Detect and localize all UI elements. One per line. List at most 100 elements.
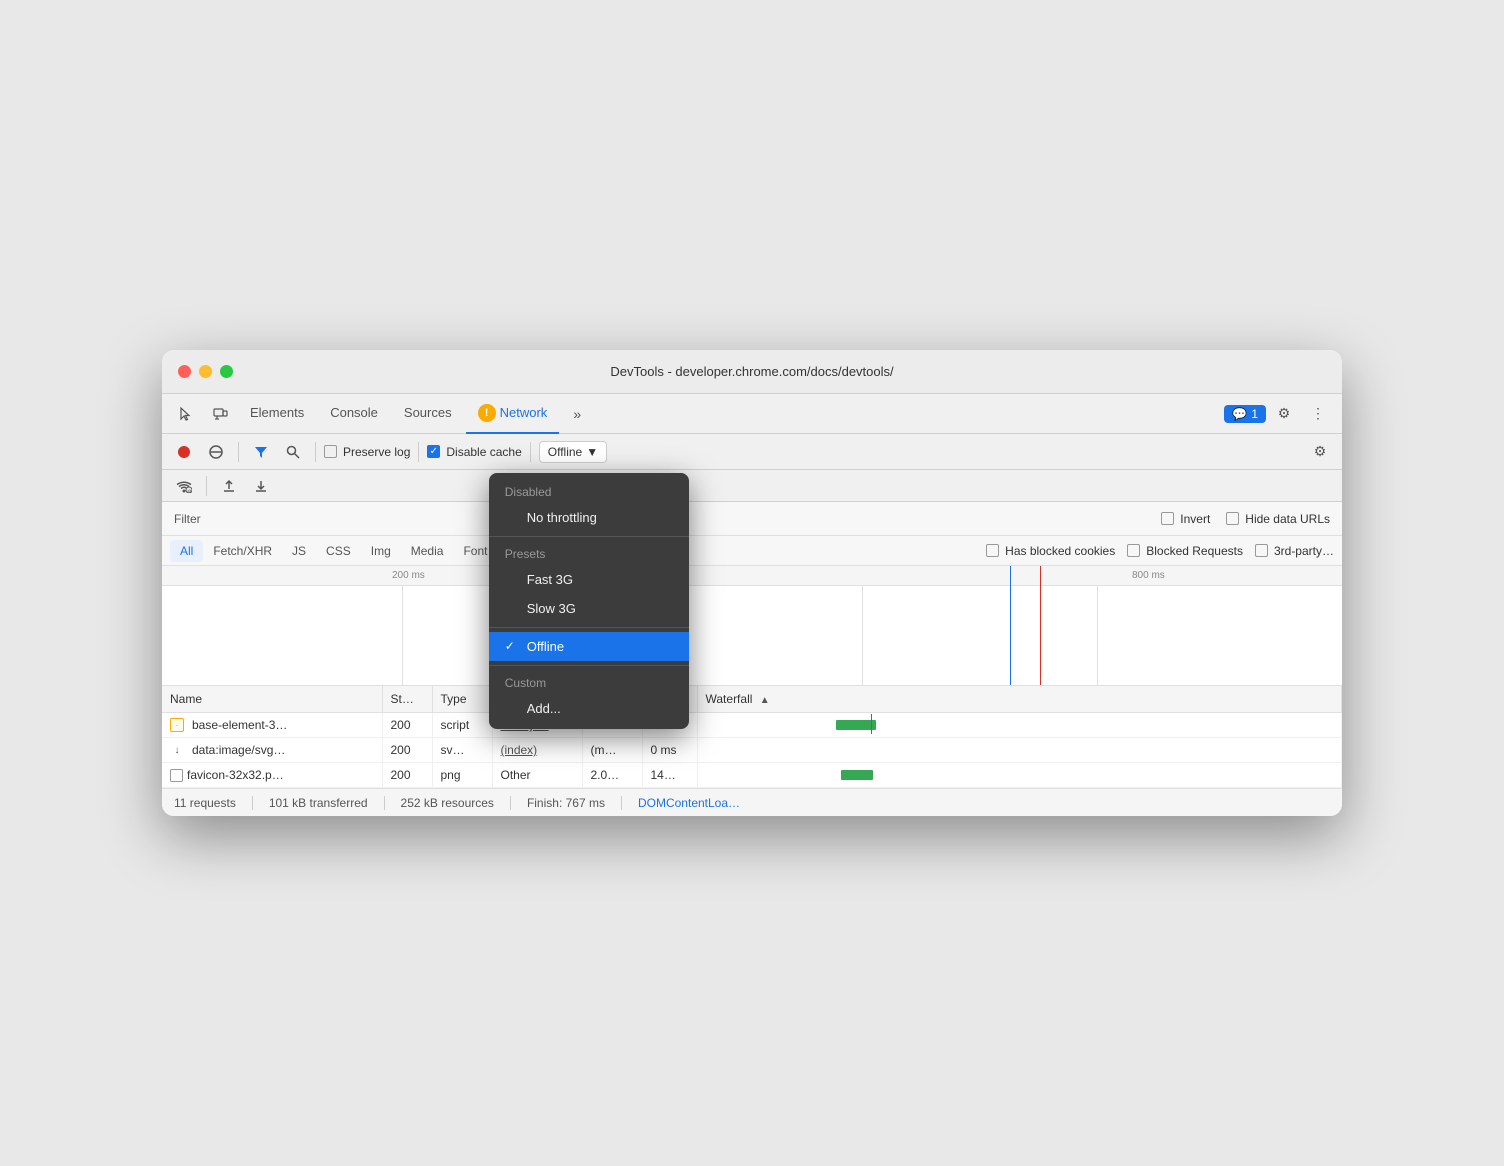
status-finish: Finish: 767 ms — [527, 796, 605, 810]
tab-network[interactable]: ! Network — [466, 394, 560, 434]
disable-cache-checkbox[interactable]: ✓ — [427, 445, 440, 458]
blocked-requests-checkbox[interactable] — [1127, 544, 1140, 557]
status-resources: 252 kB resources — [401, 796, 494, 810]
timeline-tick-800 — [1097, 586, 1098, 686]
tab-console[interactable]: Console — [318, 394, 390, 434]
sort-arrow: ▲ — [760, 695, 770, 706]
table-row[interactable]: · base-element-3… 200 script main.js:1 7… — [162, 713, 1342, 738]
minimize-button[interactable] — [199, 365, 212, 378]
col-status[interactable]: St… — [382, 686, 432, 713]
table-row[interactable]: ↓ data:image/svg… 200 sv… (index) (m… 0 … — [162, 738, 1342, 763]
filter-type-media[interactable]: Media — [401, 540, 454, 562]
size-cell: (m… — [582, 738, 642, 763]
status-divider4 — [621, 796, 622, 810]
third-party-checkbox[interactable] — [1255, 544, 1268, 557]
name-cell: ↓ data:image/svg… — [162, 738, 382, 763]
more-tabs-btn[interactable]: » — [561, 398, 593, 430]
settings-btn[interactable]: ⚙ — [1268, 398, 1300, 430]
filter-label: Filter — [174, 512, 201, 526]
divider5 — [206, 476, 207, 496]
name-cell: favicon-32x32.p… — [162, 763, 382, 788]
blocked-cookies-checkbox[interactable] — [986, 544, 999, 557]
status-divider3 — [510, 796, 511, 810]
close-button[interactable] — [178, 365, 191, 378]
tab-sources[interactable]: Sources — [392, 394, 464, 434]
menu-item-fast3g[interactable]: Fast 3G — [489, 565, 689, 594]
traffic-lights — [178, 365, 233, 378]
hide-data-urls-label[interactable]: Hide data URLs — [1226, 512, 1330, 526]
invert-checkbox[interactable] — [1161, 512, 1174, 525]
divider3 — [418, 442, 419, 462]
filter-type-css[interactable]: CSS — [316, 540, 361, 562]
menu-item-no-throttling[interactable]: No throttling — [489, 503, 689, 532]
initiator-link[interactable]: (index) — [501, 743, 538, 757]
menu-item-add[interactable]: Add... — [489, 694, 689, 723]
chevron-down-icon: ▼ — [586, 445, 598, 459]
svg-text:⚙: ⚙ — [187, 489, 192, 493]
maximize-button[interactable] — [220, 365, 233, 378]
disabled-section-label: Disabled — [489, 479, 689, 503]
status-cell: 200 — [382, 738, 432, 763]
window-title: DevTools - developer.chrome.com/docs/dev… — [610, 364, 893, 379]
chat-icon: 💬 — [1232, 407, 1247, 421]
clear-btn[interactable] — [202, 438, 230, 466]
cursor-icon-btn[interactable] — [170, 398, 202, 430]
status-divider2 — [384, 796, 385, 810]
table-row[interactable]: favicon-32x32.p… 200 png Other 2.0… 14… — [162, 763, 1342, 788]
network-warning-icon: ! — [478, 404, 496, 422]
arrow-icon: ↓ — [170, 743, 184, 757]
menu-item-offline[interactable]: ✓ Offline — [489, 632, 689, 661]
search-btn[interactable] — [279, 438, 307, 466]
timeline-tick-600 — [862, 586, 863, 686]
col-type[interactable]: Type — [432, 686, 492, 713]
device-icon-btn[interactable] — [204, 398, 236, 430]
network-toolbar: Preserve log ✓ Disable cache Offline ▼ D… — [162, 434, 1342, 470]
network-table: Name St… Type Initiator Size — [162, 686, 1342, 788]
devtools-body: Elements Console Sources ! Network » 💬 1… — [162, 394, 1342, 816]
disable-cache-label[interactable]: ✓ Disable cache — [427, 445, 521, 459]
wifi-settings-btn[interactable]: ⚙ — [170, 472, 198, 500]
toolbar-settings-btn[interactable]: ⚙ — [1306, 438, 1334, 466]
filter-type-img[interactable]: Img — [361, 540, 401, 562]
filter-type-js[interactable]: JS — [282, 540, 316, 562]
filter-type-all[interactable]: All — [170, 540, 203, 562]
download-btn[interactable] — [247, 472, 275, 500]
preserve-log-label[interactable]: Preserve log — [324, 445, 410, 459]
menu-item-slow3g[interactable]: Slow 3G — [489, 594, 689, 623]
status-requests: 11 requests — [174, 796, 236, 810]
hide-data-urls-checkbox[interactable] — [1226, 512, 1239, 525]
upload-btn[interactable] — [215, 472, 243, 500]
blocked-requests-label[interactable]: Blocked Requests — [1127, 544, 1243, 558]
tab-elements[interactable]: Elements — [238, 394, 316, 434]
waterfall-bar — [836, 720, 876, 730]
col-name[interactable]: Name — [162, 686, 382, 713]
offline-check: ✓ — [505, 639, 519, 653]
third-party-label[interactable]: 3rd-party… — [1255, 544, 1334, 558]
size-cell: 2.0… — [582, 763, 642, 788]
divider2 — [315, 442, 316, 462]
status-transferred: 101 kB transferred — [269, 796, 368, 810]
col-waterfall[interactable]: Waterfall ▲ — [697, 686, 1342, 713]
presets-section-label: Presets — [489, 541, 689, 565]
invert-label[interactable]: Invert — [1161, 512, 1210, 526]
chat-badge-btn[interactable]: 💬 1 — [1224, 405, 1266, 423]
preserve-log-checkbox[interactable] — [324, 445, 337, 458]
blocked-cookies-label[interactable]: Has blocked cookies — [986, 544, 1115, 558]
record-btn[interactable] — [170, 438, 198, 466]
status-dom-content-loaded[interactable]: DOMContentLoa… — [638, 796, 740, 810]
initiator-cell: Other — [492, 763, 582, 788]
more-menu-btn[interactable]: ⋮ — [1302, 398, 1334, 430]
waterfall-cell — [697, 738, 1342, 763]
timeline-area: 200 ms 400 ms 800 ms — [162, 566, 1342, 686]
menu-divider2 — [489, 627, 689, 628]
filter-bar: Filter Invert Hide data URLs — [162, 502, 1342, 536]
ruler-mark-200: 200 ms — [392, 570, 425, 581]
throttle-btn[interactable]: Offline ▼ — [539, 441, 607, 463]
name-cell: · base-element-3… — [162, 713, 382, 738]
throttle-dropdown[interactable]: Offline ▼ Disabled No throttling Presets… — [539, 441, 607, 463]
timeline-blue-line — [1010, 566, 1011, 686]
waterfall-blue-marker — [871, 714, 872, 734]
filter-type-fetch[interactable]: Fetch/XHR — [203, 540, 282, 562]
row3-icon — [170, 769, 183, 782]
filter-btn[interactable] — [247, 438, 275, 466]
